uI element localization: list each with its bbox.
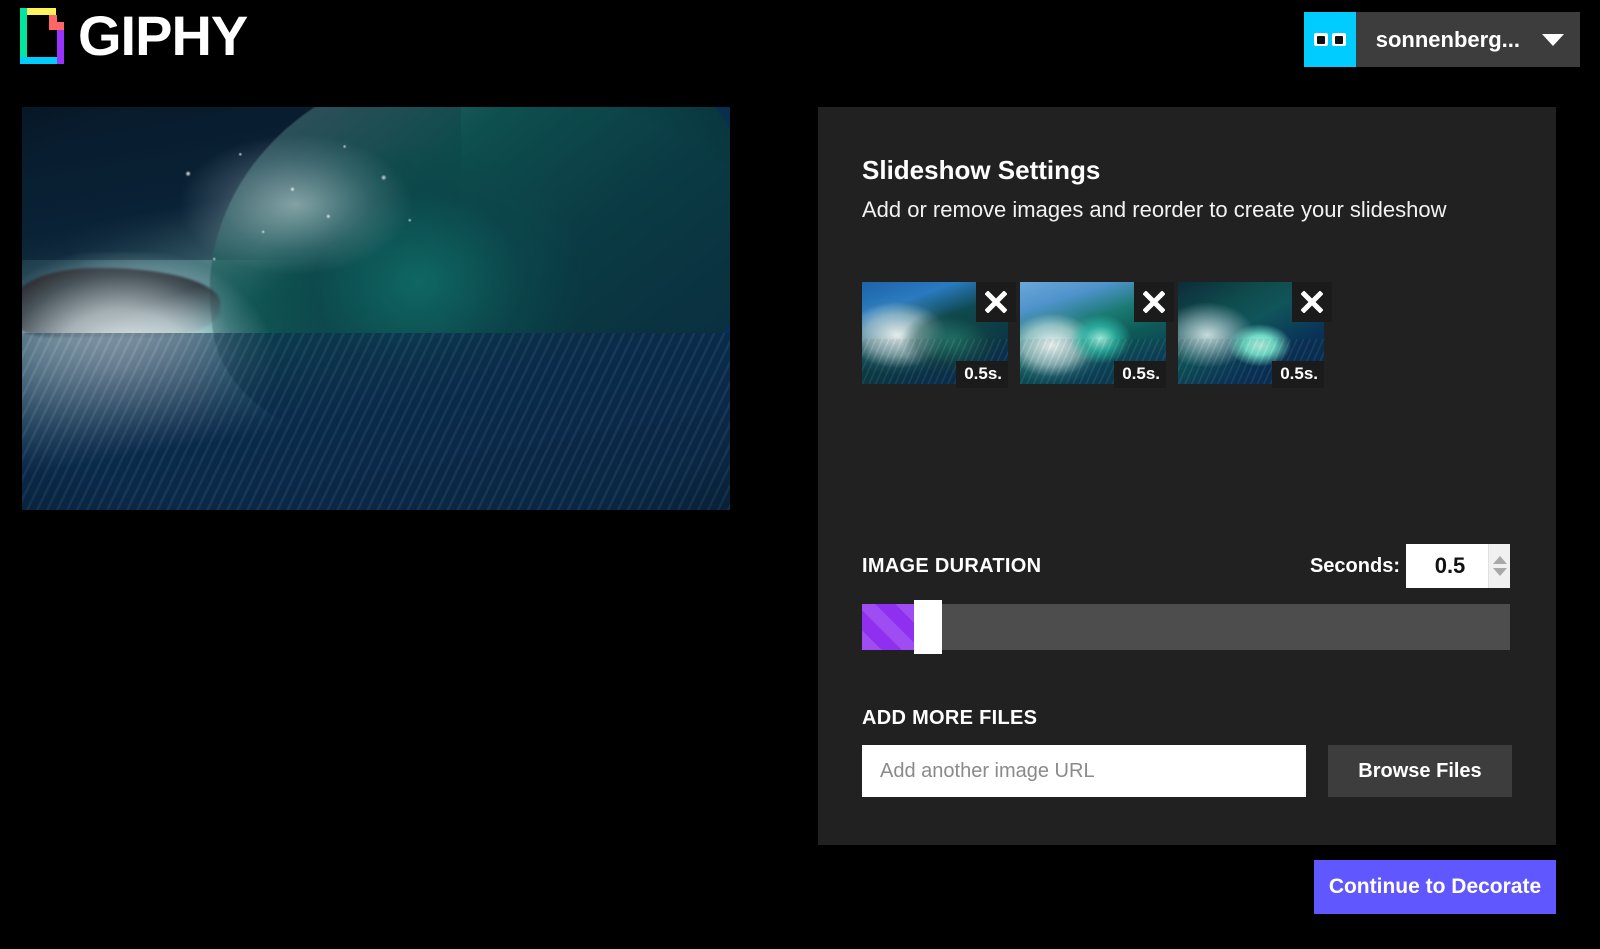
- add-more-files-label: ADD MORE FILES: [862, 707, 1038, 729]
- duration-value[interactable]: 0.5: [1406, 544, 1488, 588]
- continue-to-decorate-button[interactable]: Continue to Decorate: [1314, 860, 1556, 914]
- thumbnail-duration-label: 0.5s.: [1114, 361, 1166, 388]
- account-menu[interactable]: sonnenberg...: [1303, 12, 1580, 67]
- panel-subtitle: Add or remove images and reorder to crea…: [862, 197, 1447, 222]
- browse-files-button[interactable]: Browse Files: [1328, 745, 1512, 797]
- account-username: sonnenberg...: [1375, 26, 1520, 52]
- chevron-down-icon: [1542, 33, 1564, 46]
- panel-title: Slideshow Settings: [862, 155, 1101, 185]
- slider-fill: [862, 604, 914, 650]
- brand[interactable]: GIPHY: [20, 4, 248, 67]
- thumbnail-list: 0.5s. 0.5s. 0.5s.: [862, 282, 1332, 388]
- thumbnail-duration-label: 0.5s.: [1272, 361, 1324, 388]
- slider-handle[interactable]: [914, 600, 942, 654]
- thumbnail-item[interactable]: 0.5s.: [1020, 282, 1174, 388]
- image-duration-label: IMAGE DURATION: [862, 555, 1042, 577]
- close-x-icon[interactable]: [1292, 282, 1332, 322]
- thumbnail-item[interactable]: 0.5s.: [862, 282, 1016, 388]
- preview-wave-image: [22, 107, 730, 510]
- image-url-input[interactable]: [862, 745, 1306, 797]
- thumbnail-duration-label: 0.5s.: [956, 361, 1008, 388]
- giphy-eyes-avatar-icon: [1303, 12, 1356, 67]
- close-x-icon[interactable]: [1134, 282, 1174, 322]
- duration-stepper[interactable]: 0.5: [1406, 544, 1510, 588]
- brand-wordmark: GIPHY: [78, 4, 248, 67]
- caret-up-icon[interactable]: [1492, 556, 1507, 564]
- caret-down-icon[interactable]: [1492, 568, 1507, 576]
- stepper-arrows: [1488, 544, 1510, 588]
- thumbnail-item[interactable]: 0.5s.: [1178, 282, 1332, 388]
- account-dropdown-button[interactable]: sonnenberg...: [1355, 12, 1580, 67]
- seconds-label: Seconds:: [1309, 555, 1400, 577]
- duration-slider[interactable]: [862, 600, 1510, 654]
- slideshow-preview: [22, 107, 730, 510]
- giphy-slideshow-creator: GIPHY sonnenberg... Slideshow Settings A…: [0, 0, 1600, 949]
- giphy-logo-icon: [20, 8, 64, 64]
- app-header: GIPHY sonnenberg...: [0, 0, 1600, 88]
- slideshow-settings-panel: Slideshow Settings Add or remove images …: [818, 107, 1556, 845]
- close-x-icon[interactable]: [976, 282, 1016, 322]
